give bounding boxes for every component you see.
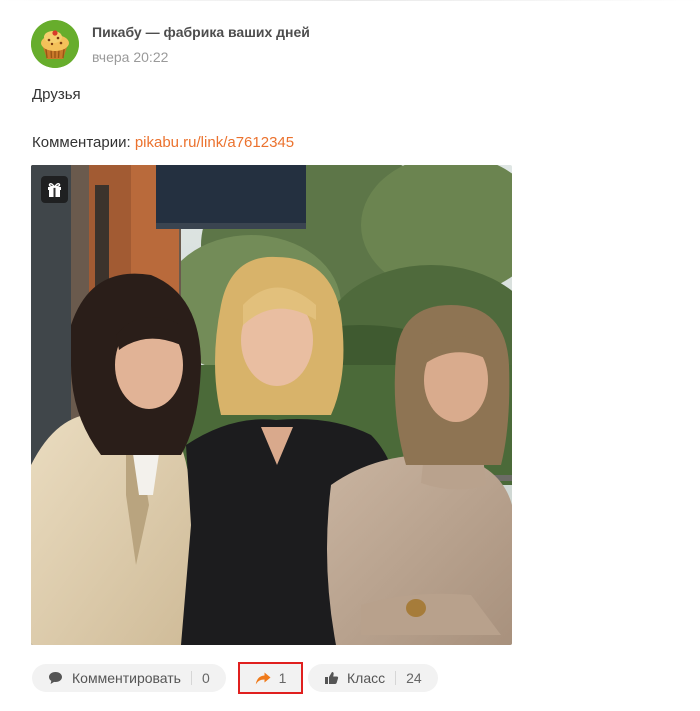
top-divider (0, 0, 700, 1)
comment-label: Комментировать (72, 670, 181, 686)
comments-line: Комментарии: pikabu.ru/link/a7612345 (32, 134, 294, 151)
comment-button[interactable]: Комментировать 0 (32, 664, 226, 692)
comments-link[interactable]: pikabu.ru/link/a7612345 (135, 134, 294, 151)
comment-count: 0 (201, 670, 210, 686)
author-avatar[interactable] (31, 20, 79, 68)
post-text: Друзья (32, 86, 81, 103)
thumbs-up-icon (324, 671, 339, 685)
share-count: 1 (278, 670, 287, 686)
like-label: Класс (347, 670, 386, 686)
divider (395, 671, 397, 685)
like-button[interactable]: Класс 24 (308, 664, 438, 692)
author-name[interactable]: Пикабу — фабрика ваших дней (92, 24, 310, 40)
post-timestamp: вчера 20:22 (92, 49, 169, 65)
speech-bubble-icon (48, 671, 63, 685)
share-arrow-icon (255, 672, 271, 685)
muffin-icon (31, 20, 79, 68)
divider (190, 671, 192, 685)
post-photo[interactable] (31, 165, 512, 645)
post-photo-image (31, 165, 512, 645)
comments-label: Комментарии: (32, 134, 135, 151)
feed-post: Пикабу — фабрика ваших дней вчера 20:22 … (0, 0, 700, 711)
gift-icon (48, 182, 61, 197)
like-count: 24 (406, 670, 422, 686)
share-button[interactable]: 1 (238, 662, 303, 694)
gift-button[interactable] (41, 176, 68, 203)
